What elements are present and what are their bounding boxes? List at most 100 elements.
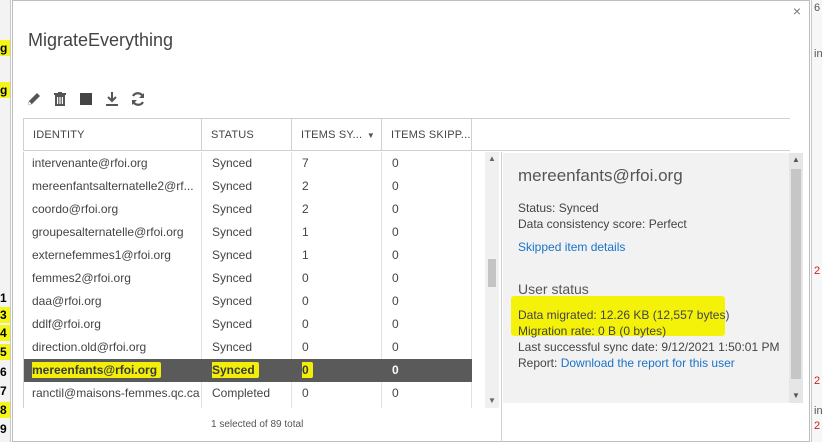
- items-synced-cell: 1: [302, 248, 309, 262]
- migration-dialog: × MigrateEverything IDENTITY STATUS ITEM…: [12, 0, 810, 442]
- identity-cell: daa@rfoi.org: [32, 294, 102, 308]
- column-header-status[interactable]: STATUS: [201, 119, 291, 151]
- page-title: MigrateEverything: [28, 30, 174, 50]
- status-cell: Synced: [212, 271, 253, 285]
- items-synced-cell: 0: [302, 340, 309, 354]
- highlight-mark: mereenfants@rfoi.org: [32, 362, 162, 378]
- status-cell: Completed: [212, 386, 271, 400]
- delete-button[interactable]: [51, 90, 69, 108]
- scrollbar-thumb[interactable]: [791, 169, 801, 379]
- status-text: Status: Synced: [518, 201, 599, 215]
- status-cell: Synced: [212, 317, 253, 331]
- row-label: 6: [0, 365, 7, 379]
- details-scrollbar[interactable]: ▲ ▼: [789, 153, 803, 403]
- items-synced-cell: 2: [302, 179, 309, 193]
- sort-descending-icon[interactable]: ▼: [367, 131, 375, 140]
- scroll-down-icon[interactable]: ▼: [792, 391, 800, 400]
- data-migrated-text: Data migrated: 12.26 KB (12,557 bytes): [518, 308, 730, 322]
- table-row[interactable]: ranctil@maisons-femmes.qc.ca Completed 0…: [24, 382, 472, 405]
- cell-fragment: 6: [814, 2, 821, 14]
- report-label: Report:: [518, 356, 561, 370]
- scroll-up-icon[interactable]: ▲: [488, 154, 496, 163]
- column-header-items-skipped[interactable]: ITEMS SKIPP...: [381, 119, 471, 151]
- status-cell: Synced: [212, 340, 253, 354]
- items-synced-cell: 0: [302, 359, 372, 382]
- pane-divider: [501, 152, 502, 442]
- stop-button[interactable]: [77, 90, 95, 108]
- identity-cell: intervenante@rfoi.org: [32, 156, 148, 170]
- items-synced-cell: 1: [302, 225, 309, 239]
- details-pane: mereenfants@rfoi.org Status: Synced Data…: [503, 153, 803, 403]
- migration-rate-text: Migration rate: 0 B (0 bytes): [518, 324, 667, 338]
- cell-fragment: 2: [814, 375, 821, 387]
- status-cell: Synced: [212, 294, 253, 308]
- scroll-down-icon[interactable]: ▼: [488, 396, 496, 405]
- identity-cell: mereenfantsalternatelle2@rf...: [32, 179, 194, 193]
- table-row[interactable]: externefemmes1@rfoi.org Synced 1 0: [24, 244, 472, 267]
- table-row[interactable]: femmes2@rfoi.org Synced 0 0: [24, 267, 472, 290]
- cell-fragment: in: [814, 405, 822, 417]
- selection-count: 1 selected of 89 total: [211, 419, 304, 430]
- edit-icon: [28, 93, 40, 105]
- items-skipped-cell: 0: [392, 317, 399, 331]
- edit-button[interactable]: [25, 90, 43, 108]
- table-row-selected[interactable]: mereenfants@rfoi.org Synced 0 0: [24, 359, 472, 382]
- status-cell: Synced: [212, 156, 253, 170]
- identity-cell: ranctil@maisons-femmes.qc.ca: [32, 386, 200, 400]
- refresh-button[interactable]: [129, 90, 147, 108]
- items-skipped-cell: 0: [392, 156, 399, 170]
- download-icon: [106, 92, 118, 106]
- user-status-heading: User status: [518, 281, 589, 297]
- details-title: mereenfants@rfoi.org: [518, 166, 683, 185]
- scrollbar-thumb[interactable]: [488, 259, 496, 287]
- status-cell: Synced: [212, 179, 253, 193]
- items-skipped-cell: 0: [392, 271, 399, 285]
- grid-body: intervenante@rfoi.org Synced 7 0 mereenf…: [23, 152, 486, 408]
- column-header-spacer: [471, 119, 491, 151]
- status-cell: Synced: [212, 359, 292, 382]
- row-label: 4: [0, 325, 10, 341]
- row-label: 7: [0, 384, 7, 398]
- identity-cell: direction.old@rfoi.org: [32, 340, 147, 354]
- items-skipped-cell: 0: [392, 248, 399, 262]
- column-header-items-synced[interactable]: ITEMS SY... ▼: [291, 119, 381, 151]
- report-line: Report: Download the report for this use…: [518, 356, 735, 370]
- highlight-mark: 0: [302, 362, 313, 378]
- table-row[interactable]: groupesalternatelle@rfoi.org Synced 1 0: [24, 221, 472, 244]
- identity-cell: groupesalternatelle@rfoi.org: [32, 225, 184, 239]
- cell-fragment: in: [814, 48, 822, 60]
- table-row[interactable]: coordo@rfoi.org Synced 2 0: [24, 198, 472, 221]
- row-label: 9: [0, 422, 7, 436]
- items-skipped-cell: 0: [392, 386, 399, 400]
- table-row[interactable]: direction.old@rfoi.org Synced 0 0: [24, 336, 472, 359]
- items-synced-cell: 0: [302, 271, 309, 285]
- identity-cell: coordo@rfoi.org: [32, 202, 119, 216]
- row-label: 3: [0, 307, 10, 323]
- grid-header: IDENTITY STATUS ITEMS SY... ▼ ITEMS SKIPP…: [23, 119, 790, 151]
- row-label: g: [0, 40, 10, 56]
- download-report-link[interactable]: Download the report for this user: [561, 356, 735, 370]
- column-label: IDENTITY: [33, 129, 85, 141]
- items-synced-cell: 2: [302, 202, 309, 216]
- cell-fragment: 2: [814, 265, 821, 277]
- table-row[interactable]: mereenfantsalternatelle2@rf... Synced 2 …: [24, 175, 472, 198]
- table-row[interactable]: intervenante@rfoi.org Synced 7 0: [24, 152, 472, 175]
- download-button[interactable]: [103, 90, 121, 108]
- stop-icon: [80, 93, 92, 105]
- background-spreadsheet-right: 6 in 2 2 in 2: [811, 0, 822, 442]
- table-row[interactable]: ddlf@rfoi.org Synced 0 0: [24, 313, 472, 336]
- items-synced-cell: 0: [302, 386, 309, 400]
- identity-cell: mereenfants@rfoi.org: [32, 359, 202, 382]
- cell-fragment: 2: [814, 420, 821, 432]
- skipped-items-link[interactable]: Skipped item details: [518, 240, 625, 254]
- column-header-identity[interactable]: IDENTITY: [23, 119, 201, 151]
- background-spreadsheet-left: g g 1 3 4 5 6 7 8 9: [0, 0, 11, 442]
- table-row[interactable]: daa@rfoi.org Synced 0 0: [24, 290, 472, 313]
- grid-scrollbar[interactable]: ▲ ▼: [485, 152, 499, 408]
- items-synced-cell: 0: [302, 294, 309, 308]
- toolbar: [25, 89, 147, 109]
- close-button[interactable]: ×: [793, 3, 801, 19]
- consistency-text: Data consistency score: Perfect: [518, 217, 687, 231]
- scroll-up-icon[interactable]: ▲: [792, 155, 800, 164]
- items-skipped-cell: 0: [392, 202, 399, 216]
